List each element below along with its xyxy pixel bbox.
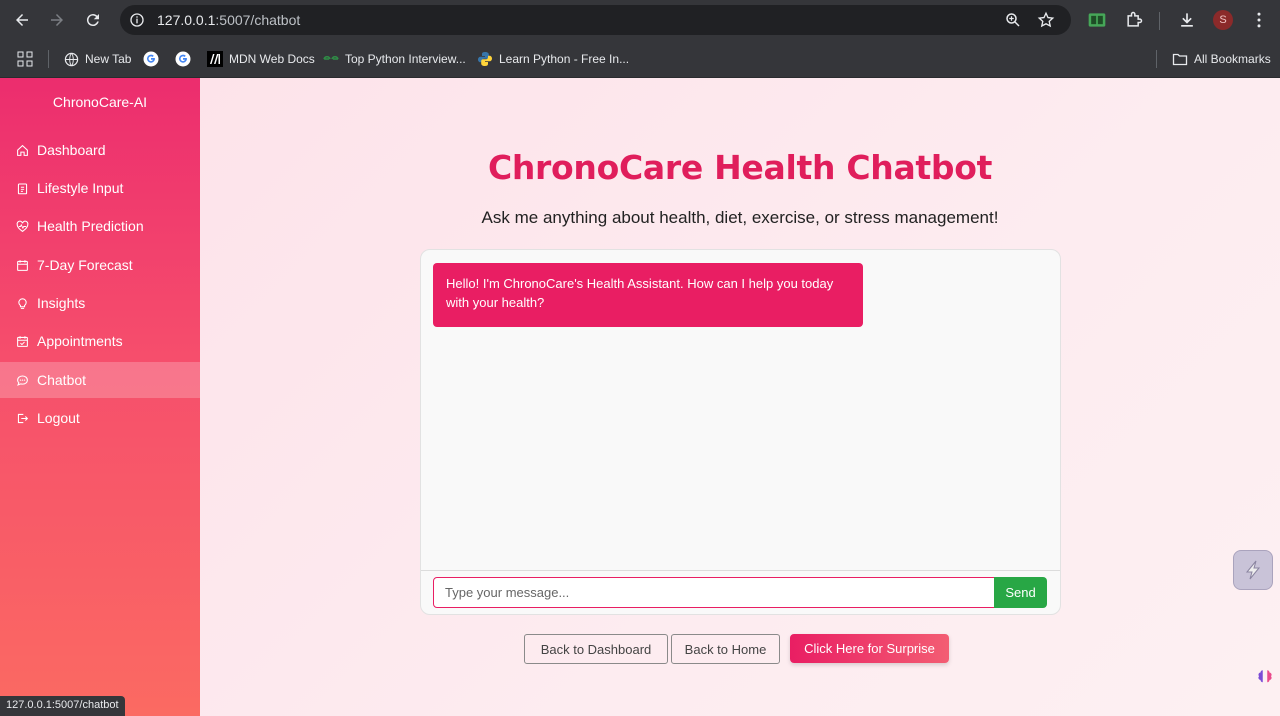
profile-avatar[interactable]: S	[1213, 10, 1233, 30]
site-info-icon[interactable]	[129, 12, 145, 28]
sidebar-item-appointments[interactable]: Appointments	[0, 323, 200, 359]
chat-window: Hello! I'm ChronoCare's Health Assistant…	[420, 249, 1061, 615]
toolbar-separator	[1159, 12, 1160, 30]
logout-icon	[17, 413, 29, 423]
back-to-dashboard-button[interactable]: Back to Dashboard	[524, 634, 668, 664]
send-button[interactable]: Send	[994, 577, 1047, 608]
brand-title[interactable]: ChronoCare-AI	[0, 94, 200, 110]
brain-icon[interactable]	[1256, 668, 1274, 686]
back-arrow-icon[interactable]	[11, 9, 33, 31]
bookmark-label: Top Python Interview...	[345, 52, 466, 66]
back-to-home-button[interactable]: Back to Home	[671, 634, 780, 664]
message-input[interactable]	[433, 577, 995, 608]
star-icon[interactable]	[1037, 11, 1055, 29]
google-icon	[143, 51, 159, 67]
chat-icon	[17, 375, 28, 386]
bookmark-google-2[interactable]	[175, 50, 191, 68]
sidebar-item-logout[interactable]: Logout	[0, 400, 200, 436]
lightbulb-icon	[18, 297, 27, 309]
sidebar: ChronoCare-AI Dashboard Lifestyle Input …	[0, 78, 200, 716]
bookmark-learn-python[interactable]: Learn Python - Free In...	[477, 50, 629, 68]
all-bookmarks-label: All Bookmarks	[1194, 52, 1271, 66]
bookmark-label: New Tab	[85, 52, 132, 66]
page-subtitle: Ask me anything about health, diet, exer…	[481, 208, 999, 227]
sidebar-item-label: Lifestyle Input	[37, 180, 124, 196]
floating-widget-button[interactable]	[1233, 550, 1273, 590]
sidebar-item-label: Appointments	[37, 333, 123, 349]
address-bar[interactable]: 127.0.0.1:5007/chatbot	[120, 5, 1071, 35]
folder-icon	[1172, 51, 1188, 67]
page: ChronoCare-AI Dashboard Lifestyle Input …	[0, 78, 1280, 716]
bookmark-label: MDN Web Docs	[229, 52, 315, 66]
clipboard-icon	[17, 183, 28, 194]
sidebar-item-label: Dashboard	[37, 142, 106, 158]
bookmarks-separator	[1156, 50, 1157, 68]
extensions-puzzle-icon[interactable]	[1124, 10, 1144, 30]
python-icon	[477, 51, 493, 67]
bookmark-mdn[interactable]: MDN Web Docs	[207, 50, 315, 68]
heart-pulse-icon	[16, 220, 29, 232]
sidebar-item-dashboard[interactable]: Dashboard	[0, 132, 200, 168]
status-bar-url: 127.0.0.1:5007/chatbot	[0, 696, 125, 716]
gfg-icon	[323, 51, 339, 67]
apps-grid-icon[interactable]	[17, 51, 33, 67]
extension-green-icon[interactable]	[1087, 10, 1107, 30]
calendar-check-icon	[17, 335, 28, 347]
url-text[interactable]: 127.0.0.1:5007/chatbot	[157, 12, 300, 28]
forward-arrow-icon[interactable]	[46, 9, 68, 31]
bookmark-label: Learn Python - Free In...	[499, 52, 630, 66]
bot-message: Hello! I'm ChronoCare's Health Assistant…	[433, 263, 863, 327]
browser-toolbar: 127.0.0.1:5007/chatbot S	[0, 0, 1280, 40]
sidebar-item-insights[interactable]: Insights	[0, 285, 200, 321]
sidebar-item-label: 7-Day Forecast	[37, 257, 133, 273]
lightning-icon	[1245, 560, 1261, 580]
sidebar-item-label: Insights	[37, 295, 86, 311]
sidebar-item-7-day-forecast[interactable]: 7-Day Forecast	[0, 247, 200, 283]
chat-divider	[421, 570, 1060, 571]
mdn-icon	[207, 51, 223, 67]
sidebar-item-label: Chatbot	[37, 372, 87, 388]
calendar-icon	[17, 259, 28, 271]
download-icon[interactable]	[1177, 10, 1197, 30]
bookmark-new-tab[interactable]: New Tab	[63, 50, 131, 68]
sidebar-item-chatbot[interactable]: Chatbot	[0, 362, 200, 398]
bookmark-python-interview[interactable]: Top Python Interview...	[323, 50, 466, 68]
sidebar-item-health-prediction[interactable]: Health Prediction	[0, 208, 200, 244]
zoom-icon[interactable]	[1004, 11, 1022, 29]
sidebar-item-lifestyle-input[interactable]: Lifestyle Input	[0, 170, 200, 206]
google-icon	[175, 51, 191, 67]
surprise-button[interactable]: Click Here for Surprise	[790, 634, 949, 663]
home-icon	[17, 144, 28, 156]
bookmark-google-1[interactable]	[143, 50, 159, 68]
page-title: ChronoCare Health Chatbot	[487, 148, 993, 187]
all-bookmarks-button[interactable]: All Bookmarks	[1172, 50, 1271, 68]
reload-icon[interactable]	[82, 9, 104, 31]
main-content: ChronoCare Health Chatbot Ask me anythin…	[200, 78, 1280, 716]
globe-icon	[63, 51, 79, 67]
sidebar-item-label: Logout	[37, 410, 80, 426]
sidebar-item-label: Health Prediction	[37, 218, 144, 234]
bookmarks-separator	[48, 50, 49, 68]
more-menu-icon[interactable]	[1249, 10, 1269, 30]
bookmarks-bar: New Tab MDN Web Docs Top Python Intervie…	[0, 40, 1280, 78]
